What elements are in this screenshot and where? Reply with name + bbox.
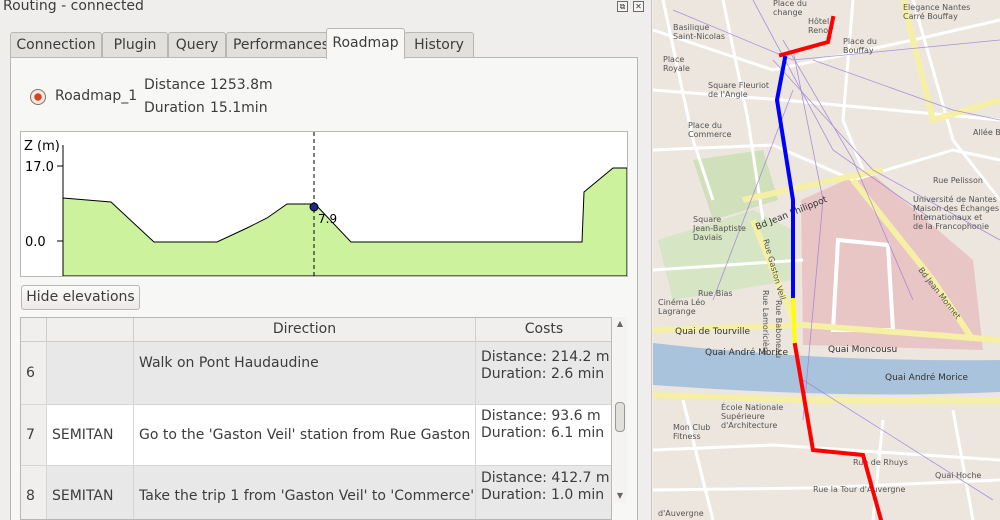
header-direction[interactable]: Direction: [134, 318, 476, 342]
map-label: Place Royale: [663, 55, 690, 73]
park-area: [693, 150, 778, 220]
header-network[interactable]: [47, 318, 134, 342]
hide-elevations-button[interactable]: Hide elevations: [21, 285, 140, 310]
tab-connection[interactable]: Connection: [10, 32, 102, 58]
map-label: Mon Club Fitness: [673, 423, 710, 441]
map-label: Rue Lamoricière: [761, 290, 771, 355]
map-label: Université de Nantes Maison des Échanges I…: [913, 194, 999, 231]
table-cell-direction[interactable]: Go to the 'Gaston Veil' station from Rue…: [134, 405, 476, 466]
routing-panel: Routing - connected ⧉ ✕ Connection Plugi…: [0, 0, 652, 520]
table-row-num[interactable]: 8: [21, 466, 47, 519]
map-label: Rue la Tour d'Auvergne: [813, 485, 906, 494]
duration-value: 15.1min: [210, 100, 268, 116]
map-label: Rue de Rhuys: [853, 458, 908, 467]
scroll-up-icon[interactable]: ▲: [615, 319, 625, 329]
table-cell-direction[interactable]: Walk on Pont Haudaudine: [134, 342, 476, 405]
restore-icon[interactable]: ⧉: [617, 1, 628, 12]
tab-plugin[interactable]: Plugin: [102, 32, 168, 58]
roadmap-name-label: Roadmap_1: [55, 88, 138, 104]
scroll-down-icon[interactable]: ▼: [615, 491, 625, 501]
map-label: École Nationale Supérieure d'Architecture: [721, 401, 783, 430]
table-cell-costs[interactable]: Distance: 93.6 m Duration: 6.1 min: [476, 405, 611, 466]
map-label: Quai André Morice: [705, 347, 789, 358]
table-cell-network[interactable]: [47, 342, 134, 405]
map-label: Quai de Tourville: [675, 327, 750, 337]
chart-axis-label: Z (m): [24, 139, 60, 154]
elevation-chart-svg: Z (m) 17.0 0.0 7.9: [24, 132, 628, 277]
table-row-num[interactable]: 7: [21, 405, 47, 466]
cursor-value-label: 7.9: [318, 212, 337, 226]
map-label: Quai Moncousu: [828, 345, 897, 355]
table-cell-costs[interactable]: Distance: 412.7 m Duration: 1.0 min: [476, 466, 611, 519]
map-canvas[interactable]: Place du change Hôtel Renoir Basilique Sain…: [653, 0, 1000, 520]
route-tram-segment: [790, 297, 798, 348]
tab-roadmap[interactable]: Roadmap: [326, 28, 405, 59]
map-label: Quai André Morice: [885, 372, 969, 383]
ytick-bottom-label: 0.0: [25, 235, 46, 250]
panel-title: Routing - connected: [3, 0, 144, 14]
ytick-top-label: 17.0: [25, 160, 54, 175]
header-num[interactable]: [21, 318, 47, 342]
table-scrollbar[interactable]: ▲ ▼: [613, 317, 627, 503]
tab-performances[interactable]: Performances: [226, 32, 336, 58]
distance-label: Distance: [144, 77, 206, 93]
map-label: Allée Br: [973, 127, 1000, 137]
table-cell-direction[interactable]: Take the trip 1 from 'Gaston Veil' to 'C…: [134, 466, 476, 519]
table-cell-network[interactable]: SEMITAN: [47, 466, 134, 519]
cursor-point[interactable]: [309, 202, 319, 212]
map-label: Quai Hoche: [935, 471, 981, 480]
map-label: Place du change: [773, 0, 807, 17]
distance-value: 1253.8m: [210, 77, 273, 93]
close-icon[interactable]: ✕: [633, 1, 644, 12]
map-label: Square Fleuriot de l'Angle: [708, 81, 769, 99]
tab-history[interactable]: History: [404, 32, 474, 58]
tab-query[interactable]: Query: [168, 32, 226, 58]
header-costs[interactable]: Costs: [476, 318, 611, 342]
scrollbar-thumb[interactable]: [615, 402, 625, 432]
map-label: Place du Commerce: [688, 121, 732, 139]
map-svg: Place du change Hôtel Renoir Basilique Sain…: [653, 0, 1000, 520]
map-label: Basilique Saint-Nicolas: [673, 23, 725, 41]
table-cell-network[interactable]: SEMITAN: [47, 405, 134, 466]
duration-label: Duration: [144, 100, 205, 116]
table-row-num[interactable]: 6: [21, 342, 47, 405]
map-label: Cinéma Léo Lagrange: [658, 297, 705, 316]
panel-titlebar: Routing - connected ⧉ ✕: [0, 0, 652, 18]
elevation-profile-area: [62, 167, 628, 277]
roadmap-radio-button[interactable]: [30, 89, 46, 105]
elevation-chart[interactable]: Z (m) 17.0 0.0 7.9: [20, 131, 628, 277]
map-label: d'Auvergne: [658, 509, 704, 518]
map-label: Rue Pelisson: [933, 176, 983, 185]
map-label: Place du Bouffay: [843, 37, 877, 55]
map-label: Elegance Nantes Carré Bouffay: [903, 3, 970, 21]
map-label: Rue Bias: [698, 289, 733, 298]
roadmap-table: Direction Costs 6 Walk on Pont Haudaudin…: [20, 317, 612, 520]
table-cell-costs[interactable]: Distance: 214.2 m Duration: 2.6 min: [476, 342, 611, 405]
